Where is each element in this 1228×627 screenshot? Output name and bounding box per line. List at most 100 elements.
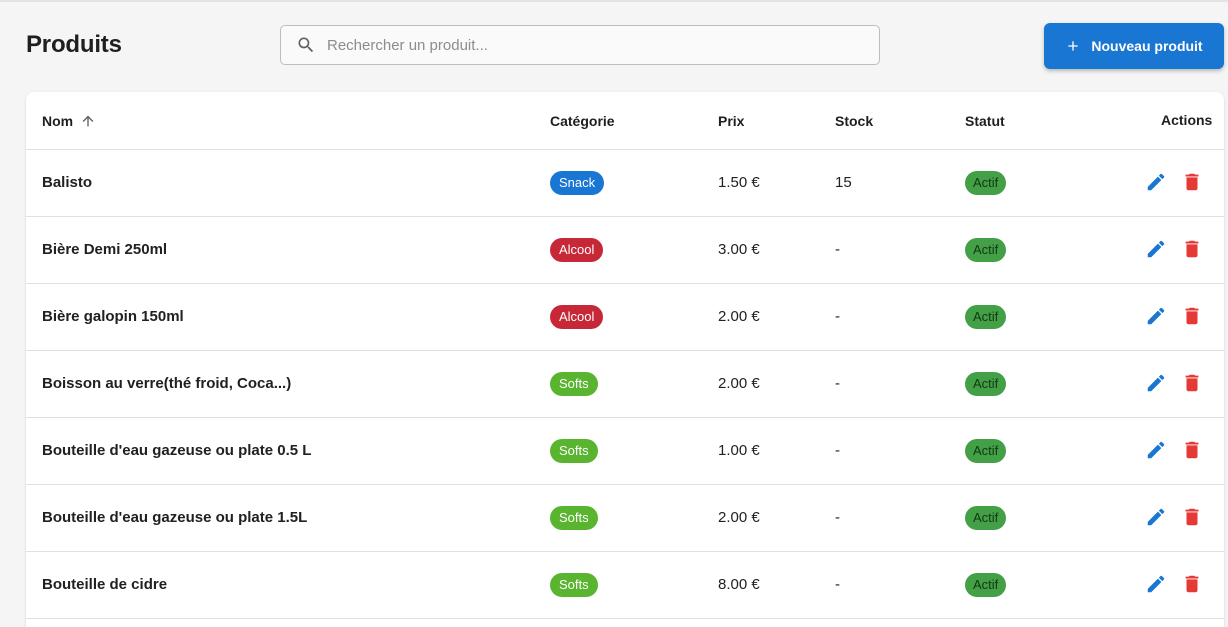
trash-icon[interactable]	[1180, 438, 1204, 462]
category-cell: Alcool	[550, 238, 604, 262]
new-product-button[interactable]: Nouveau produit	[1044, 23, 1224, 69]
search-icon	[296, 35, 316, 55]
status-cell: Actif	[965, 305, 1007, 329]
table-row: Bouteille d'eau gazeuse ou plate 0.5 L S…	[26, 418, 1224, 485]
product-price: 2.00 €	[718, 308, 760, 325]
status-badge: Actif	[965, 238, 1007, 262]
search-input[interactable]	[327, 36, 847, 54]
table-row: Boisson au verre(thé froid, Coca...) Sof…	[26, 351, 1224, 418]
product-price: 1.00 €	[718, 442, 760, 459]
product-price: 1.50 €	[718, 174, 760, 191]
products-table: Nom Catégorie Prix Stock Statut Actions	[26, 92, 1224, 627]
table-header: Nom Catégorie Prix Stock Statut Actions	[26, 92, 1224, 150]
search-box[interactable]	[280, 25, 880, 65]
status-cell: Actif	[965, 171, 1007, 195]
column-label-actions: Actions	[1161, 112, 1213, 128]
column-label-name: Nom	[42, 113, 74, 129]
pencil-icon[interactable]	[1144, 505, 1168, 529]
status-badge: Actif	[965, 506, 1007, 530]
status-badge: Actif	[965, 439, 1007, 463]
product-name: Bière Demi 250ml	[42, 241, 168, 258]
pencil-icon[interactable]	[1144, 572, 1168, 596]
table-body: Balisto Snack 1.50 € 15 Actif Bière Demi…	[26, 150, 1224, 619]
status-badge: Actif	[965, 372, 1007, 396]
row-actions	[1144, 237, 1204, 261]
plus-icon	[1065, 38, 1081, 54]
status-cell: Actif	[965, 573, 1007, 597]
status-badge: Actif	[965, 171, 1007, 195]
category-badge: Alcool	[550, 238, 604, 262]
product-name: Balisto	[42, 174, 93, 191]
category-cell: Snack	[550, 171, 605, 195]
product-stock: -	[835, 375, 840, 392]
product-name: Bouteille d'eau gazeuse ou plate 0.5 L	[42, 442, 312, 459]
new-product-label: Nouveau produit	[1091, 38, 1203, 54]
trash-icon[interactable]	[1180, 371, 1204, 395]
status-cell: Actif	[965, 506, 1007, 530]
product-price: 8.00 €	[718, 576, 760, 593]
category-badge: Softs	[550, 372, 598, 396]
category-badge: Softs	[550, 506, 598, 530]
trash-icon[interactable]	[1180, 237, 1204, 261]
row-actions	[1144, 438, 1204, 462]
category-badge: Snack	[550, 171, 605, 195]
table-row: Bière galopin 150ml Alcool 2.00 € - Acti…	[26, 284, 1224, 351]
category-cell: Softs	[550, 372, 598, 396]
product-name: Bière galopin 150ml	[42, 308, 184, 325]
category-cell: Softs	[550, 573, 598, 597]
column-header-stock: Stock	[835, 113, 873, 129]
category-badge: Softs	[550, 573, 598, 597]
arrow-up-icon	[80, 113, 96, 129]
product-stock: -	[835, 576, 840, 593]
trash-icon[interactable]	[1180, 572, 1204, 596]
page-title: Produits	[26, 31, 122, 58]
column-label-status: Statut	[965, 113, 1005, 129]
product-stock: -	[835, 442, 840, 459]
pencil-icon[interactable]	[1144, 170, 1168, 194]
category-badge: Softs	[550, 439, 598, 463]
category-cell: Softs	[550, 506, 598, 530]
pencil-icon[interactable]	[1144, 237, 1168, 261]
trash-icon[interactable]	[1180, 304, 1204, 328]
product-price: 3.00 €	[718, 241, 760, 258]
column-header-status: Statut	[965, 113, 1005, 129]
top-divider	[0, 0, 1228, 2]
column-label-category: Catégorie	[550, 113, 615, 129]
status-cell: Actif	[965, 439, 1007, 463]
status-cell: Actif	[965, 372, 1007, 396]
column-header-price: Prix	[718, 113, 744, 129]
product-stock: -	[835, 241, 840, 258]
product-name: Boisson au verre(thé froid, Coca...)	[42, 375, 292, 392]
column-label-price: Prix	[718, 113, 745, 129]
column-header-category: Catégorie	[550, 113, 615, 129]
table-row: Bouteille d'eau gazeuse ou plate 1.5L So…	[26, 485, 1224, 552]
category-cell: Alcool	[550, 305, 604, 329]
row-actions	[1144, 371, 1204, 395]
trash-icon[interactable]	[1180, 170, 1204, 194]
table-row: Bouteille de cidre Softs 8.00 € - Actif	[26, 552, 1224, 619]
pencil-icon[interactable]	[1144, 371, 1168, 395]
status-badge: Actif	[965, 305, 1007, 329]
row-actions	[1144, 505, 1204, 529]
row-actions	[1144, 304, 1204, 328]
product-name: Bouteille de cidre	[42, 576, 168, 593]
products-page: Produits Nouveau produit Nom Catégorie P…	[0, 0, 1228, 627]
pencil-icon[interactable]	[1144, 304, 1168, 328]
product-stock: -	[835, 308, 840, 325]
column-header-name[interactable]: Nom	[42, 113, 96, 129]
product-price: 2.00 €	[718, 509, 760, 526]
trash-icon[interactable]	[1180, 505, 1204, 529]
category-cell: Softs	[550, 439, 598, 463]
status-badge: Actif	[965, 573, 1007, 597]
product-name: Bouteille d'eau gazeuse ou plate 1.5L	[42, 509, 308, 526]
column-header-actions: Actions	[1161, 112, 1212, 128]
category-badge: Alcool	[550, 305, 604, 329]
status-cell: Actif	[965, 238, 1007, 262]
product-stock: 15	[835, 174, 852, 191]
row-actions	[1144, 572, 1204, 596]
product-stock: -	[835, 509, 840, 526]
row-actions	[1144, 170, 1204, 194]
column-label-stock: Stock	[835, 113, 874, 129]
pencil-icon[interactable]	[1144, 438, 1168, 462]
table-row: Bière Demi 250ml Alcool 3.00 € - Actif	[26, 217, 1224, 284]
